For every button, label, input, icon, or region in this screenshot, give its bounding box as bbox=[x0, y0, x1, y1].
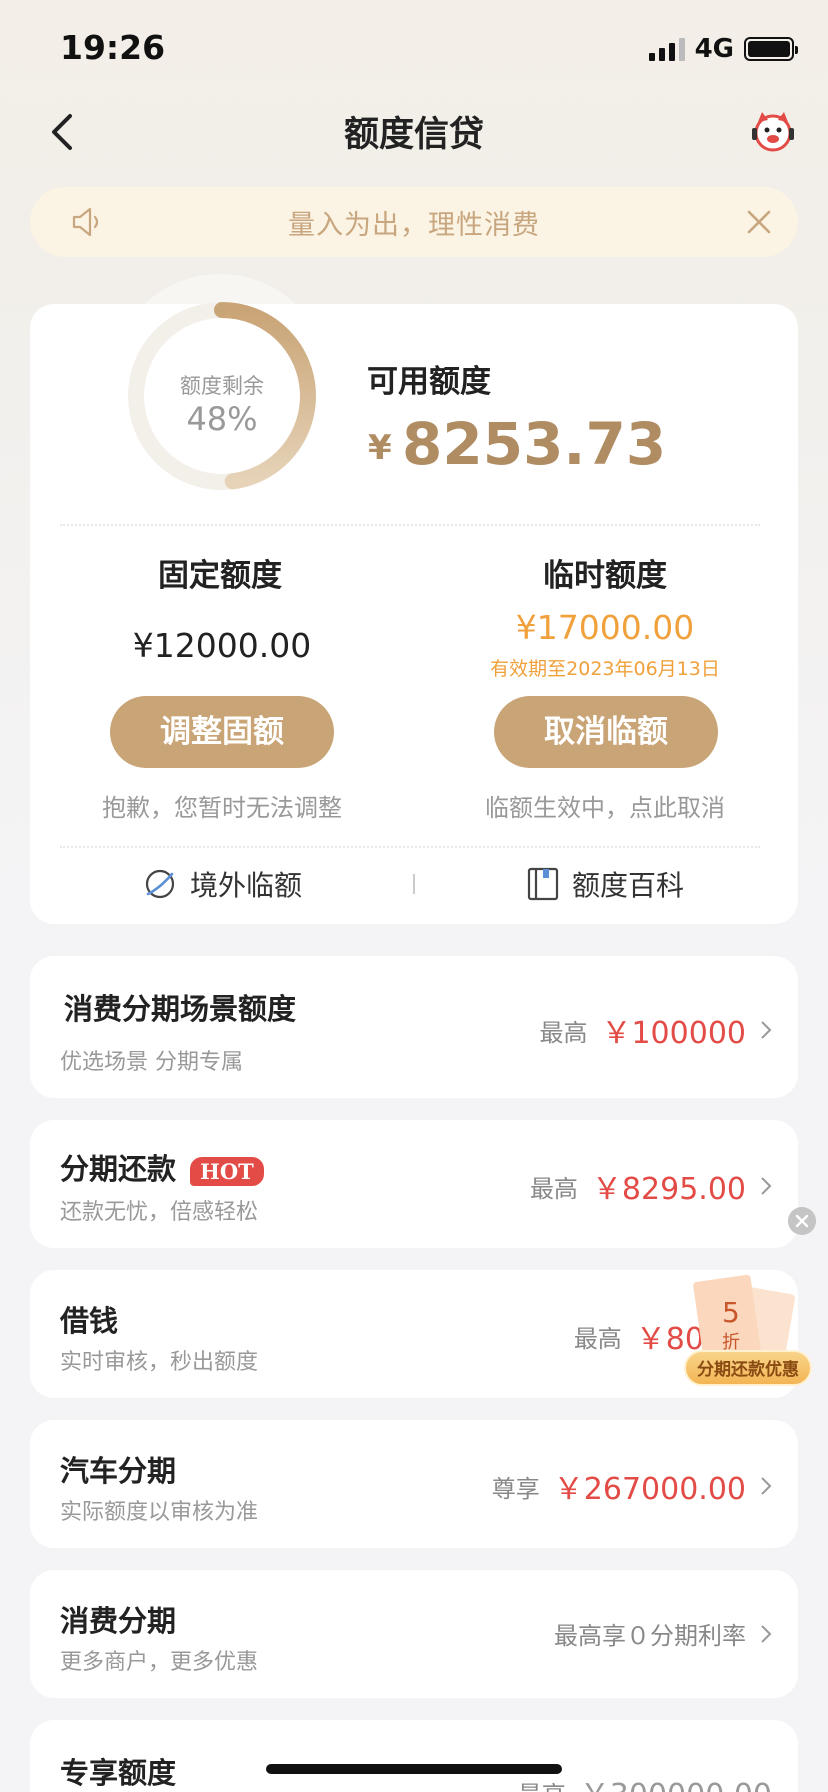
list-item-title: 汽车分期 bbox=[60, 1454, 177, 1488]
home-indicator bbox=[266, 1764, 562, 1774]
battery-icon bbox=[744, 37, 798, 61]
value-prefix: 尊享 bbox=[491, 1474, 540, 1503]
value-amount: ￥8295.00 bbox=[591, 1172, 746, 1207]
chevron-right-icon bbox=[761, 1177, 772, 1195]
temporary-quota-title: 临时额度 bbox=[543, 558, 667, 594]
list-item-subtitle: 还款无忧，倍感轻松 bbox=[60, 1200, 259, 1225]
temporary-quota-expiry: 有效期至2023年06月13日 bbox=[490, 658, 720, 680]
status-time: 19:26 bbox=[60, 28, 166, 67]
divider bbox=[60, 524, 760, 526]
promo-number: 5 bbox=[722, 1296, 740, 1329]
ring-label: 额度剩余 bbox=[180, 374, 264, 398]
list-item-subtitle: 实时审核，秒出额度 bbox=[60, 1350, 259, 1375]
chevron-right-icon bbox=[761, 1477, 772, 1495]
list-item-borrow[interactable]: 借钱 实时审核，秒出额度 最高 ￥80 bbox=[30, 1270, 798, 1398]
list-item-subtitle: 优选场景 分期专属 bbox=[60, 1050, 243, 1075]
value-amount: ￥100000 bbox=[601, 1016, 746, 1051]
list-item-title-text: 分期还款 bbox=[60, 1152, 177, 1186]
signal-icon bbox=[648, 37, 685, 61]
network-label: 4G bbox=[694, 34, 734, 64]
overseas-temp-quota-link[interactable]: 境外临额 bbox=[142, 864, 302, 904]
list-item-title: 消费分期 bbox=[60, 1604, 177, 1638]
fixed-quota-amount: ¥12000.00 bbox=[132, 626, 312, 665]
temporary-quota-hint: 临额生效中，点此取消 bbox=[485, 794, 725, 822]
list-item-subtitle: 更多商户，更多优惠 bbox=[60, 1650, 259, 1675]
divider bbox=[60, 846, 760, 848]
list-item-value: 最高享０分期利率 bbox=[554, 1616, 772, 1651]
value-note: 最高享０分期利率 bbox=[554, 1622, 746, 1650]
hot-badge: HOT bbox=[190, 1156, 264, 1186]
cancel-temporary-quota-button[interactable]: 取消临额 bbox=[494, 696, 718, 768]
temporary-quota-amount: ¥17000.00 bbox=[515, 608, 695, 647]
book-icon bbox=[527, 867, 559, 901]
list-item-title: 借钱 bbox=[60, 1304, 119, 1338]
value-prefix: 最高 bbox=[573, 1324, 622, 1353]
value-amount: ￥300000.00 bbox=[580, 1770, 772, 1792]
link-separator bbox=[413, 874, 415, 894]
list-item-car-installment[interactable]: 汽车分期 实际额度以审核为准 尊享 ￥267000.00 bbox=[30, 1420, 798, 1548]
fixed-quota-hint: 抱歉，您暂时无法调整 bbox=[102, 794, 342, 822]
quota-encyclopedia-label: 额度百科 bbox=[572, 869, 685, 902]
plane-globe-icon bbox=[145, 869, 175, 899]
list-item-installment-repay[interactable]: 分期还款 HOT 还款无忧，倍感轻松 最高 ￥8295.00 bbox=[30, 1120, 798, 1248]
customer-service-mascot-icon[interactable] bbox=[748, 108, 798, 154]
ring-percent: 48% bbox=[186, 400, 258, 438]
overseas-temp-quota-label: 境外临额 bbox=[190, 869, 303, 902]
list-item-exclusive-quota[interactable]: 专享额度 最高 ￥300000.00 bbox=[30, 1720, 798, 1792]
list-item-scene-quota[interactable]: 消费分期场景额度 优选场景 分期专属 最高 ￥100000 bbox=[30, 956, 798, 1098]
chevron-right-icon bbox=[761, 1624, 772, 1643]
value-amount: ￥267000.00 bbox=[553, 1472, 746, 1507]
available-quota-label: 可用额度 bbox=[367, 364, 491, 400]
status-indicators: 4G bbox=[648, 34, 798, 64]
value-prefix: 最高 bbox=[529, 1174, 578, 1203]
notice-text: 量入为出，理性消费 bbox=[288, 210, 540, 241]
notice-bar: 量入为出，理性消费 bbox=[30, 187, 798, 257]
list-item-title: 分期还款 HOT bbox=[60, 1146, 264, 1188]
list-item-consumer-installment[interactable]: 消费分期 更多商户，更多优惠 最高享０分期利率 bbox=[30, 1570, 798, 1698]
list-item-value: 尊享 ￥267000.00 bbox=[492, 1464, 772, 1508]
adjust-fixed-quota-button[interactable]: 调整固额 bbox=[110, 696, 334, 768]
list-item-title: 消费分期场景额度 bbox=[64, 992, 297, 1026]
fixed-quota-title: 固定额度 bbox=[158, 558, 282, 594]
page-title: 额度信贷 bbox=[343, 115, 484, 155]
currency-symbol: ¥ bbox=[368, 428, 392, 468]
promo-close-icon[interactable] bbox=[788, 1207, 816, 1235]
close-icon[interactable] bbox=[744, 207, 774, 237]
value-prefix: 最高 bbox=[539, 1018, 588, 1047]
list-item-value: 最高 ￥100000 bbox=[539, 1008, 772, 1052]
promo-label[interactable]: 分期还款优惠 bbox=[684, 1350, 812, 1386]
list-item-subtitle: 实际额度以审核为准 bbox=[60, 1500, 259, 1525]
list-item-value: 最高 ￥8295.00 bbox=[530, 1164, 772, 1208]
list-item-title: 专享额度 bbox=[60, 1756, 177, 1790]
quota-encyclopedia-link[interactable]: 额度百科 bbox=[526, 864, 684, 904]
value-prefix: 最高 bbox=[518, 1775, 566, 1792]
available-quota-amount: 8253.73 bbox=[402, 410, 667, 478]
chevron-right-icon bbox=[761, 1021, 772, 1039]
